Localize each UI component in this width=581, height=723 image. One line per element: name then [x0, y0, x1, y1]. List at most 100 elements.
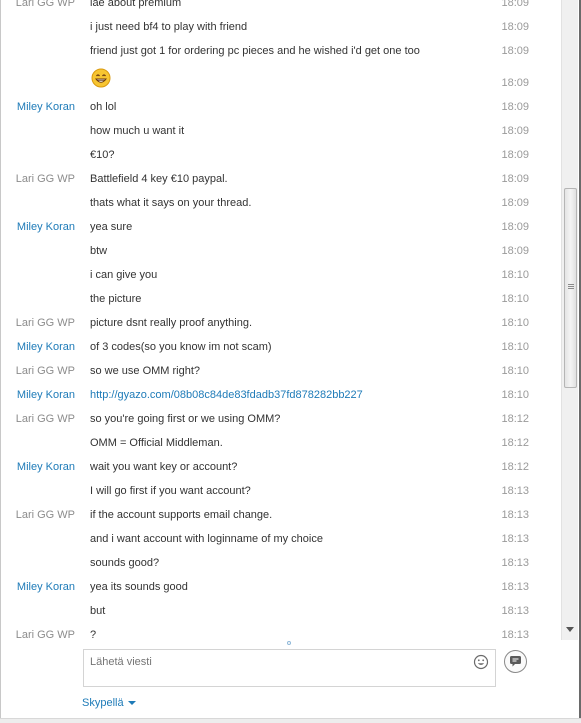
send-message-button[interactable]: [504, 650, 527, 673]
message-timestamp: 18:09: [501, 101, 529, 113]
message-compose-box[interactable]: [83, 649, 496, 687]
message-row: Lari GG WP so you're going first or we us…: [1, 408, 561, 432]
skype-send-mode-dropdown[interactable]: Skypellä: [82, 697, 136, 709]
message-text: €10?: [90, 149, 115, 161]
message-text: yea its sounds good: [90, 581, 188, 593]
message-timestamp: 18:09: [501, 149, 529, 161]
message-text: btw: [90, 245, 108, 257]
message-timestamp: 18:13: [501, 581, 529, 593]
message-text: lae about premium: [90, 0, 182, 9]
message-text: the picture: [90, 293, 142, 305]
message-timestamp: 18:12: [501, 437, 529, 449]
message-sender[interactable]: Lari GG WP: [1, 509, 75, 521]
message-row: Lari GG WP Battlefield 4 key €10 paypal. 1…: [1, 168, 561, 192]
message-text: picture dsnt really proof anything.: [90, 317, 253, 329]
message-row: the picture 18:10: [1, 288, 561, 312]
scroll-down-arrow-icon[interactable]: [566, 627, 574, 632]
message-text: ?: [90, 629, 97, 640]
message-text: wait you want key or account?: [90, 461, 238, 473]
message-timestamp: 18:09: [501, 221, 529, 233]
message-sender[interactable]: Lari GG WP: [1, 317, 75, 329]
message-row: thats what it says on your thread. 18:09: [1, 192, 561, 216]
new-message-indicator-icon: [287, 641, 291, 645]
message-timestamp: 18:13: [501, 533, 529, 545]
message-timestamp: 18:13: [501, 605, 529, 617]
message-sender[interactable]: Miley Koran: [1, 389, 75, 401]
message-timestamp: 18:09: [501, 125, 529, 137]
message-row: Lari GG WP picture dsnt really proof anyt…: [1, 312, 561, 336]
message-text: thats what it says on your thread.: [90, 197, 252, 209]
message-timestamp: 18:10: [501, 317, 529, 329]
message-timestamp: 18:10: [501, 389, 529, 401]
message-row: Miley Koran yea its sounds good 18:13: [1, 576, 561, 600]
message-row: but 18:13: [1, 600, 561, 624]
message-row: i can give you 18:10: [1, 264, 561, 288]
message-row: 18:09: [1, 64, 561, 96]
scrollbar-thumb[interactable]: [564, 188, 577, 388]
message-timestamp: 18:09: [501, 197, 529, 209]
message-text: and i want account with loginname of my …: [90, 533, 323, 545]
message-text: yea sure: [90, 221, 133, 233]
message-sender[interactable]: Lari GG WP: [1, 173, 75, 185]
message-text: i can give you: [90, 269, 158, 281]
chevron-down-icon[interactable]: [127, 701, 136, 705]
message-row: Lari GG WP? 18:13: [1, 624, 561, 640]
message-row-partial: Lari GG WP lae about premium 18:09: [1, 0, 561, 16]
message-input[interactable]: [90, 654, 460, 670]
message-link[interactable]: http://gyazo.com/08b08c84de83fdadb37fd87…: [90, 389, 363, 401]
message-sender[interactable]: Lari GG WP: [1, 413, 75, 425]
skype-send-mode-label[interactable]: Skypellä: [82, 697, 124, 709]
message-sender[interactable]: Miley Koran: [1, 341, 75, 353]
smiley-grin-icon: [91, 68, 111, 88]
message-text: Battlefield 4 key €10 paypal.: [90, 173, 228, 185]
message-timestamp: 18:13: [501, 557, 529, 569]
message-text: so we use OMM right?: [90, 365, 201, 377]
message-sender[interactable]: Miley Koran: [1, 221, 75, 233]
message-text: but: [90, 605, 106, 617]
message-text: oh lol: [90, 101, 117, 113]
message-text: i just need bf4 to play with friend: [90, 21, 248, 33]
message-timestamp: 18:09: [501, 45, 529, 57]
message-row: Miley Koran wait you want key or account?…: [1, 456, 561, 480]
window-bottom-edge: [0, 718, 581, 723]
message-timestamp: 18:10: [501, 293, 529, 305]
message-timestamp: 18:12: [501, 413, 529, 425]
message-timestamp: 18:09: [501, 173, 529, 185]
message-timestamp: 18:09: [501, 245, 529, 257]
message-row: how much u want it 18:09: [1, 120, 561, 144]
message-text: OMM = Official Middleman.: [90, 437, 223, 449]
message-sender[interactable]: Miley Koran: [1, 461, 75, 473]
message-timestamp: 18:09: [501, 0, 529, 9]
message-row: and i want account with loginname of my …: [1, 528, 561, 552]
message-row: Miley Koran http://gyazo.com/08b08c84de83…: [1, 384, 561, 408]
message-timestamp: 18:13: [501, 509, 529, 521]
message-text: sounds good?: [90, 557, 160, 569]
message-row: sounds good? 18:13: [1, 552, 561, 576]
message-sender[interactable]: Miley Koran: [1, 101, 75, 113]
emoticon-icon[interactable]: [473, 654, 489, 670]
message-row: OMM = Official Middleman. 18:12: [1, 432, 561, 456]
message-timestamp: 18:10: [501, 365, 529, 377]
chat-scrollbar[interactable]: [561, 0, 578, 640]
message-row: btw 18:09: [1, 240, 561, 264]
message-row: i just need bf4 to play with friend 18:09: [1, 16, 561, 40]
message-timestamp: 18:12: [501, 461, 529, 473]
message-sender: Lari GG WP: [15, 0, 75, 9]
message-row: friend just got 1 for ordering pc pieces…: [1, 40, 561, 64]
message-sender[interactable]: Miley Koran: [1, 581, 75, 593]
message-text: how much u want it: [90, 125, 185, 137]
message-row: Miley Koran of 3 codes(so you know im not…: [1, 336, 561, 360]
message-timestamp: 18:09: [501, 21, 529, 33]
conversation-history[interactable]: Lari GG WP lae about premium 18:09 i jus…: [1, 0, 561, 640]
message-timestamp: 18:10: [501, 341, 529, 353]
message-row: Lari GG WP so we use OMM right? 18:10: [1, 360, 561, 384]
message-timestamp: 18:13: [501, 629, 529, 640]
message-row: Miley Koran oh lol 18:09: [1, 96, 561, 120]
message-sender[interactable]: Lari GG WP: [1, 629, 75, 640]
message-timestamp: 18:13: [501, 485, 529, 497]
send-message-icon: [510, 656, 521, 667]
message-row: Miley Koran yea sure 18:09: [1, 216, 561, 240]
message-sender[interactable]: Lari GG WP: [1, 365, 75, 377]
message-text: so you're going first or we using OMM?: [90, 413, 281, 425]
message-row: I will go first if you want account? 18:1…: [1, 480, 561, 504]
